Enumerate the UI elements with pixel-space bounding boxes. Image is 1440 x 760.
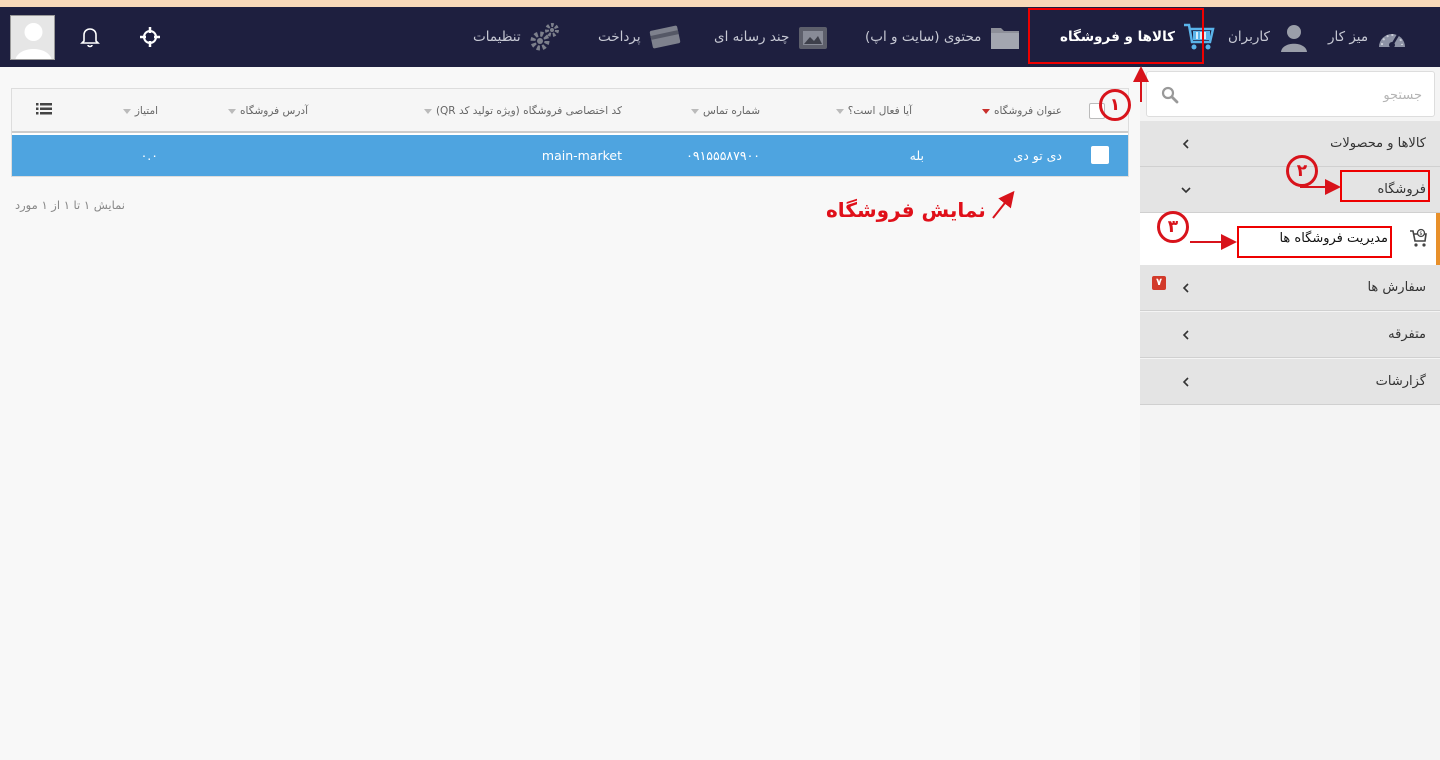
column-header-address[interactable]: آدرس فروشگاه <box>228 89 308 133</box>
sort-caret-icon <box>423 108 432 114</box>
sidebar-item-label: متفرقه <box>1388 327 1426 342</box>
sidebar-item-label: کالاها و محصولات <box>1330 136 1426 151</box>
top-navigation-bar: میز کار کاربران کالاها و فروشگاه محتوی (… <box>0 7 1440 67</box>
column-header-label: آیا فعال است؟ <box>847 105 912 117</box>
nav-content-label: محتوی (سایت و اپ) <box>865 29 982 45</box>
column-header-score[interactable]: امتیاز <box>122 89 158 133</box>
chevron-left-icon <box>1182 283 1189 293</box>
nav-users-label: کاربران <box>1228 29 1270 45</box>
column-header-active[interactable]: آیا فعال است؟ <box>835 89 912 133</box>
nav-users[interactable]: کاربران <box>1228 7 1310 67</box>
table-header: عنوان فروشگاه آیا فعال است؟ شماره تماس ک… <box>12 89 1128 133</box>
annotation-number-3: ۳ <box>1157 211 1189 243</box>
nav-payment[interactable]: پرداخت <box>598 7 681 67</box>
sort-caret-icon <box>691 108 699 114</box>
sidebar-item-orders[interactable]: سفارش ها ۷ <box>1140 265 1440 311</box>
sidebar-item-label: گزارشات <box>1375 374 1426 389</box>
user-icon <box>1278 21 1310 53</box>
cell-code: main-market <box>541 148 622 163</box>
chevron-down-icon <box>1181 187 1191 194</box>
cell-active: بله <box>909 148 924 163</box>
column-header-title[interactable]: عنوان فروشگاه <box>981 89 1062 133</box>
column-header-code[interactable]: کد اختصاصی فروشگاه (ویژه تولید کد QR) <box>423 89 622 133</box>
sidebar-item-label: سفارش ها <box>1367 280 1426 295</box>
search-icon[interactable] <box>1161 86 1179 108</box>
annotation-highlight-store <box>1340 170 1430 202</box>
annotation-number-2: ۲ <box>1286 155 1318 187</box>
cell-phone: ۰۹۱۵۵۵۸۷۹۰۰ <box>686 148 760 163</box>
top-accent-strip <box>0 0 1440 7</box>
arrow-label <box>992 190 1015 219</box>
column-header-label: عنوان فروشگاه <box>993 105 1062 117</box>
nav-multimedia-label: چند رسانه ای <box>714 29 790 45</box>
svg-text:$: $ <box>1419 231 1422 237</box>
nav-settings[interactable]: تنظیمات <box>473 7 561 67</box>
sort-caret-icon <box>981 108 990 114</box>
annotation-label: نمایش فروشگاه <box>826 198 986 222</box>
column-header-label: شماره تماس <box>703 105 760 117</box>
column-header-label: آدرس فروشگاه <box>240 105 308 117</box>
folder-icon <box>989 21 1021 53</box>
avatar[interactable] <box>10 15 55 60</box>
media-icon <box>797 21 829 53</box>
orders-count-badge: ۷ <box>1152 276 1166 290</box>
sidebar-item-reports[interactable]: گزارشات <box>1140 359 1440 405</box>
chevron-left-icon <box>1182 377 1189 387</box>
sidebar-item-misc[interactable]: متفرقه <box>1140 312 1440 358</box>
nav-content[interactable]: محتوی (سایت و اپ) <box>865 7 1021 67</box>
annotation-number-1: ۱ <box>1099 89 1131 121</box>
pagination-info: نمایش ۱ تا ۱ از ۱ مورد <box>15 198 125 212</box>
annotation-highlight-nav <box>1028 8 1204 64</box>
nav-payment-label: پرداخت <box>598 29 641 45</box>
store-icon: $ <box>1408 228 1428 252</box>
speedometer-icon <box>1376 21 1408 53</box>
column-header-phone[interactable]: شماره تماس <box>691 89 760 133</box>
column-header-label: کد اختصاصی فروشگاه (ویژه تولید کد QR) <box>435 105 622 117</box>
nav-dashboard-label: میز کار <box>1328 29 1369 45</box>
nav-multimedia[interactable]: چند رسانه ای <box>714 7 829 67</box>
stores-table: عنوان فروشگاه آیا فعال است؟ شماره تماس ک… <box>11 88 1129 177</box>
chevron-left-icon <box>1182 330 1189 340</box>
column-menu-icon[interactable] <box>36 101 52 120</box>
row-checkbox[interactable] <box>1091 146 1109 164</box>
search-input[interactable] <box>1192 82 1422 108</box>
chevron-left-icon <box>1182 139 1189 149</box>
sort-caret-icon <box>835 108 844 114</box>
sort-caret-icon <box>228 108 236 114</box>
crosshair-icon[interactable] <box>134 21 166 53</box>
sort-caret-icon <box>122 108 131 114</box>
table-row[interactable]: دی تو دی بله ۰۹۱۵۵۵۸۷۹۰۰ main-market ۰.۰ <box>12 135 1128 176</box>
column-header-label: امتیاز <box>134 105 158 117</box>
nav-dashboard[interactable]: میز کار <box>1328 7 1408 67</box>
credit-card-icon <box>649 21 681 53</box>
cell-title: دی تو دی <box>1013 148 1062 163</box>
cell-score: ۰.۰ <box>140 148 158 163</box>
gear-icon <box>529 21 561 53</box>
annotation-highlight-submenu <box>1237 226 1392 258</box>
nav-settings-label: تنظیمات <box>473 29 521 45</box>
bell-icon[interactable] <box>74 21 106 53</box>
sidebar-search-box <box>1146 71 1435 117</box>
